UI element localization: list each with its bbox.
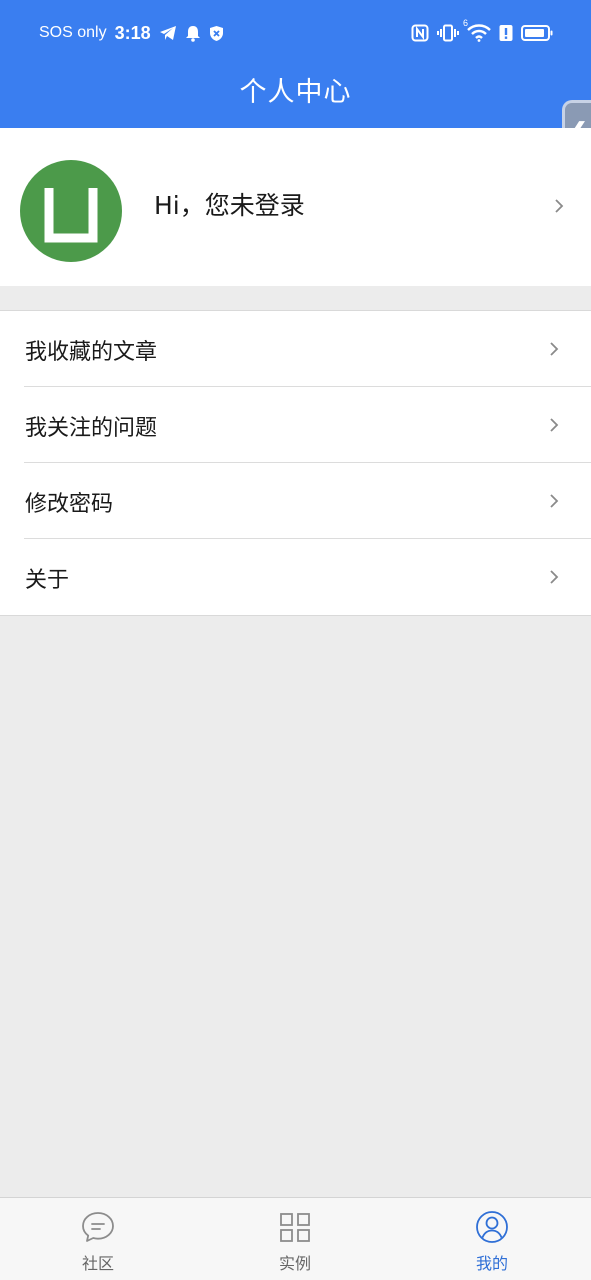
menu-item-followed-questions[interactable]: 我关注的问题: [0, 387, 591, 463]
wifi-icon: 6: [463, 18, 491, 42]
login-greeting[interactable]: Hi，您未登录: [154, 186, 305, 222]
profile-card[interactable]: U Hi，您未登录: [0, 128, 591, 286]
menu-item-favorite-articles[interactable]: 我收藏的文章: [0, 311, 591, 387]
menu-item-change-password[interactable]: 修改密码: [0, 463, 591, 539]
alert-icon: [499, 24, 513, 42]
bell-icon: [185, 25, 201, 42]
battery-icon: [521, 24, 553, 42]
page-title: 个人中心: [239, 77, 352, 108]
shield-icon: [209, 25, 224, 42]
chevron-right-icon: [550, 342, 559, 356]
tab-community[interactable]: 社区: [38, 1198, 158, 1280]
bottom-tab-bar: 社区 实例 我的: [0, 1197, 591, 1280]
status-bar: SOS only 3:18 6: [0, 0, 591, 66]
carrier-text: SOS only: [39, 24, 107, 41]
app-header: SOS only 3:18 6 个人中心: [0, 0, 591, 128]
grid-icon: [280, 1213, 310, 1242]
chevron-right-icon: [550, 418, 559, 432]
nfc-icon: [411, 24, 429, 42]
vibrate-icon: [437, 24, 459, 42]
settings-menu: 我收藏的文章 我关注的问题 修改密码 关于: [0, 310, 591, 616]
chevron-right-icon: [550, 570, 559, 584]
chevron-right-icon: [555, 199, 564, 213]
menu-item-label: 关于: [25, 568, 70, 593]
avatar[interactable]: U: [20, 160, 122, 262]
chat-bubble-icon: [82, 1212, 114, 1242]
user-circle-icon: [476, 1211, 508, 1243]
tab-label: 社区: [81, 1254, 114, 1273]
avatar-u-icon: [44, 188, 98, 243]
tab-examples[interactable]: 实例: [235, 1198, 355, 1280]
tab-mine[interactable]: 我的: [432, 1198, 552, 1280]
tab-label: 我的: [475, 1254, 508, 1273]
menu-item-label: 我关注的问题: [25, 416, 158, 441]
wifi-badge: 6: [463, 18, 469, 28]
menu-item-about[interactable]: 关于: [0, 539, 591, 615]
menu-item-label: 修改密码: [25, 492, 114, 517]
chevron-right-icon: [550, 494, 559, 508]
telegram-icon: [159, 25, 177, 41]
clock-text: 3:18: [114, 22, 151, 43]
menu-item-label: 我收藏的文章: [25, 340, 158, 365]
tab-label: 实例: [278, 1254, 311, 1273]
